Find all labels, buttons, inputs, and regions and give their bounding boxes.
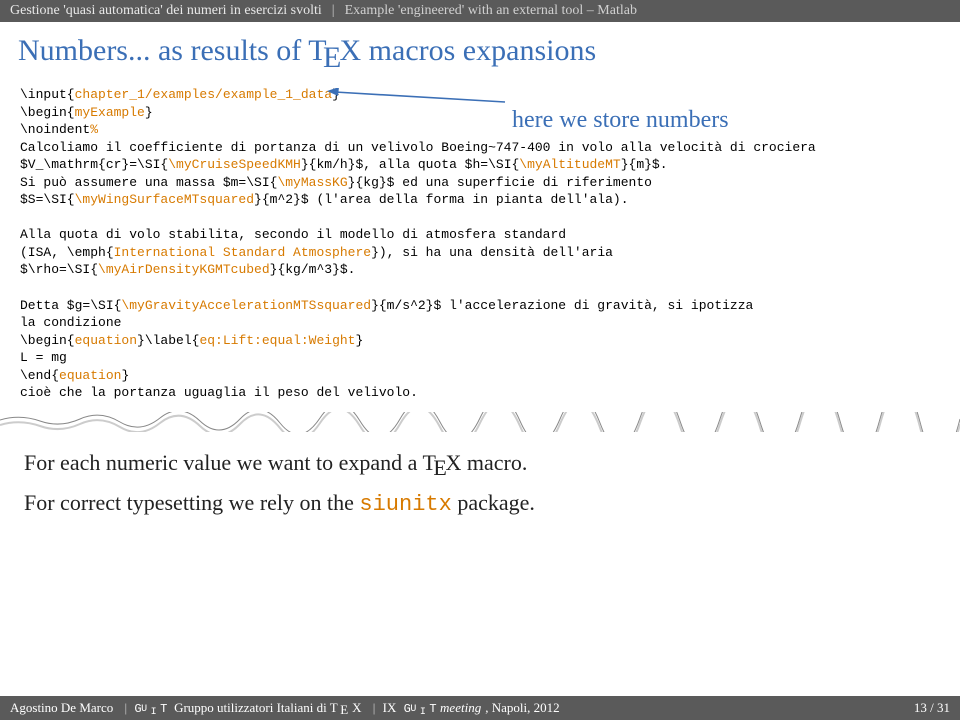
breadcrumb-separator: | <box>332 3 335 19</box>
breadcrumb: Gestione 'quasi automatica' dei numeri i… <box>0 0 960 22</box>
footer-left: Agostino De Marco | GUIT Gruppo utilizza… <box>10 700 564 716</box>
guit-logo: GUIT <box>404 702 436 716</box>
breadcrumb-part2: Example 'engineered' with an external to… <box>345 3 637 19</box>
footer-author: Agostino De Marco <box>10 700 113 715</box>
page-title: Numbers... as results of TEX macros expa… <box>0 22 960 78</box>
body-line-2: For correct typesetting we rely on the s… <box>24 488 936 520</box>
package-name: siunitx <box>359 492 451 517</box>
torn-edge <box>0 412 960 432</box>
annotation-label: here we store numbers <box>512 104 729 136</box>
code-listing: here we store numbers\input{chapter_1/ex… <box>0 82 960 406</box>
guit-logo: GUIT <box>134 702 166 716</box>
tex-logo-e: E <box>433 453 446 483</box>
footer-page: 13 / 31 <box>914 700 950 716</box>
tex-logo-e: E <box>323 41 341 75</box>
body-line-1: For each numeric value we want to expand… <box>24 448 936 478</box>
breadcrumb-part1: Gestione 'quasi automatica' dei numeri i… <box>10 3 322 19</box>
footer: Agostino De Marco | GUIT Gruppo utilizza… <box>0 696 960 720</box>
annotation-arrow <box>325 88 510 112</box>
body-paragraphs: For each numeric value we want to expand… <box>0 432 960 519</box>
